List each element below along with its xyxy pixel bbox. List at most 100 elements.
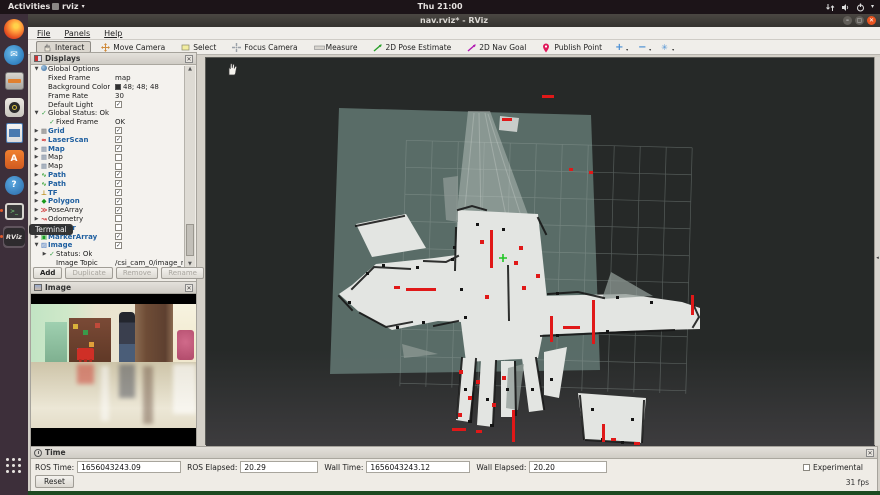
clock[interactable]: Thu 21:00: [0, 2, 880, 11]
dock-camera-app-icon[interactable]: [3, 96, 25, 118]
add-button[interactable]: Add: [33, 267, 62, 279]
tree-row-odometry[interactable]: ▶↝Odometry: [31, 215, 185, 224]
tree-row-map[interactable]: ▶▦Map: [31, 162, 185, 171]
tree-row-path[interactable]: ▶∿Path✓: [31, 179, 185, 188]
tree-row-fixed-frame[interactable]: Fixed Framemap: [31, 74, 185, 83]
dock-files-icon[interactable]: [3, 70, 25, 92]
time-panel-header[interactable]: Time ✕: [31, 447, 877, 459]
expander-icon[interactable]: ▶: [33, 137, 40, 143]
tree-row-path[interactable]: ▶∿Path✓: [31, 171, 185, 180]
tree-row-map[interactable]: ▶▦Map✓: [31, 144, 185, 153]
show-apps-button[interactable]: [4, 456, 24, 476]
tool-publish-point[interactable]: Publish Point: [536, 41, 608, 53]
minimize-button[interactable]: –: [843, 16, 852, 25]
tree-row-fixed-frame[interactable]: ✓Fixed FrameOK: [31, 118, 185, 127]
tool-tool-props[interactable]: ✳▾: [658, 41, 677, 53]
expander-icon[interactable]: ▶: [33, 216, 40, 222]
menu-help[interactable]: Help: [104, 29, 122, 38]
displays-scrollbar[interactable]: ▲▼: [184, 66, 195, 267]
remove-button[interactable]: Remove: [116, 267, 158, 279]
row-checkbox[interactable]: [115, 215, 122, 222]
expander-icon[interactable]: ▶: [33, 190, 40, 196]
tree-row-status-ok[interactable]: ▶✓Status: Ok: [31, 250, 185, 259]
dock-help-icon[interactable]: ?: [3, 174, 25, 196]
experimental-checkbox[interactable]: [803, 464, 810, 471]
tree-row-global-status-ok[interactable]: ▼✓Global Status: Ok: [31, 109, 185, 118]
tree-row-polygon[interactable]: ▶◆Polygon✓: [31, 197, 185, 206]
row-checkbox[interactable]: ✓: [115, 145, 122, 152]
row-checkbox[interactable]: [115, 154, 122, 161]
tool-focus-camera[interactable]: Focus Camera: [226, 41, 303, 53]
tree-row-laserscan[interactable]: ▶≈LaserScan✓: [31, 135, 185, 144]
row-checkbox[interactable]: [115, 163, 122, 170]
row-checkbox[interactable]: ✓: [115, 171, 122, 178]
dock-terminal-icon[interactable]: >_: [3, 200, 25, 222]
dock-rviz-icon[interactable]: RViz: [3, 226, 25, 248]
reset-button[interactable]: Reset: [35, 475, 74, 488]
close-icon[interactable]: ✕: [866, 449, 874, 457]
displays-panel-header[interactable]: Displays ✕: [31, 53, 196, 65]
expander-icon[interactable]: ▼: [33, 66, 40, 72]
expander-icon[interactable]: ▶: [33, 181, 40, 187]
menu-panels[interactable]: Panels: [64, 29, 90, 38]
expander-icon[interactable]: ▶: [33, 146, 40, 152]
tree-row-global-options[interactable]: ▼Global Options: [31, 65, 185, 74]
tree-row-tf[interactable]: ▶⊥TF✓: [31, 188, 185, 197]
tree-row-frame-rate[interactable]: Frame Rate30: [31, 91, 185, 100]
tool-measure[interactable]: Measure: [308, 41, 364, 53]
row-checkbox[interactable]: ✓: [115, 180, 122, 187]
tree-row-default-light[interactable]: Default Light✓: [31, 100, 185, 109]
row-checkbox[interactable]: ✓: [115, 242, 122, 249]
tree-row-posearray[interactable]: ▶≫PoseArray✓: [31, 206, 185, 215]
tool-minus[interactable]: −▾: [635, 41, 654, 53]
row-checkbox[interactable]: ✓: [115, 198, 122, 205]
close-icon[interactable]: ✕: [185, 55, 193, 63]
rename-button[interactable]: Rename: [161, 267, 204, 279]
row-checkbox[interactable]: ✓: [115, 127, 122, 134]
tool-plus[interactable]: +▾: [612, 41, 631, 53]
dock-libreoffice-writer-icon[interactable]: [3, 122, 25, 144]
expander-icon[interactable]: ▶: [33, 154, 40, 160]
menu-file[interactable]: File: [37, 29, 50, 38]
experimental-toggle[interactable]: Experimental: [803, 463, 863, 472]
tree-row-background-color[interactable]: Background Color48; 48; 48: [31, 83, 185, 92]
render-view-3d[interactable]: [205, 57, 874, 445]
expander-icon[interactable]: ▶: [41, 251, 48, 257]
row-checkbox[interactable]: ✓: [115, 101, 122, 108]
system-tray[interactable]: ▾: [826, 1, 874, 13]
dock-firefox-icon[interactable]: [3, 18, 25, 40]
row-checkbox[interactable]: ✓: [115, 207, 122, 214]
title-bar[interactable]: nav.rviz* - RViz – ▢ ✕: [28, 14, 880, 27]
close-button[interactable]: ✕: [867, 16, 876, 25]
tree-row-image-topic[interactable]: Image Topic/csi_cam_0/image_raw: [31, 259, 185, 267]
tool-2d-nav-goal[interactable]: 2D Nav Goal: [461, 41, 532, 53]
maximize-button[interactable]: ▢: [855, 16, 864, 25]
expander-icon[interactable]: ▶: [33, 128, 40, 134]
tree-row-map[interactable]: ▶▦Map: [31, 153, 185, 162]
dock-resize-handle[interactable]: ◂: [874, 57, 880, 445]
scrollbar-thumb[interactable]: [186, 224, 194, 256]
dock-thunderbird-icon[interactable]: ✉: [3, 44, 25, 66]
expander-icon[interactable]: ▼: [33, 242, 40, 248]
row-label: Polygon: [48, 197, 80, 205]
duplicate-button[interactable]: Duplicate: [65, 267, 112, 279]
expander-icon[interactable]: ▶: [33, 163, 40, 169]
tree-row-grid[interactable]: ▶▦Grid✓: [31, 127, 185, 136]
dock-ubuntu-software-icon[interactable]: A: [3, 148, 25, 170]
row-checkbox[interactable]: ✓: [115, 233, 122, 240]
field-input[interactable]: 1656043243.12: [366, 461, 470, 473]
image-panel-header[interactable]: Image ✕: [31, 282, 196, 294]
expander-icon[interactable]: ▶: [33, 172, 40, 178]
expander-icon[interactable]: ▶: [33, 198, 40, 204]
tree-row-image[interactable]: ▼▨Image✓: [31, 241, 185, 250]
row-checkbox[interactable]: ✓: [115, 189, 122, 196]
expander-icon[interactable]: ▶: [33, 207, 40, 213]
row-checkbox[interactable]: ✓: [115, 136, 122, 143]
tool-2d-pose-estimate[interactable]: 2D Pose Estimate: [367, 41, 457, 53]
field-input[interactable]: 1656043243.09: [77, 461, 181, 473]
field-input[interactable]: 20.29: [240, 461, 318, 473]
expander-icon[interactable]: ▼: [33, 110, 40, 116]
close-icon[interactable]: ✕: [185, 284, 193, 292]
row-checkbox[interactable]: [115, 224, 122, 231]
field-input[interactable]: 20.20: [529, 461, 607, 473]
